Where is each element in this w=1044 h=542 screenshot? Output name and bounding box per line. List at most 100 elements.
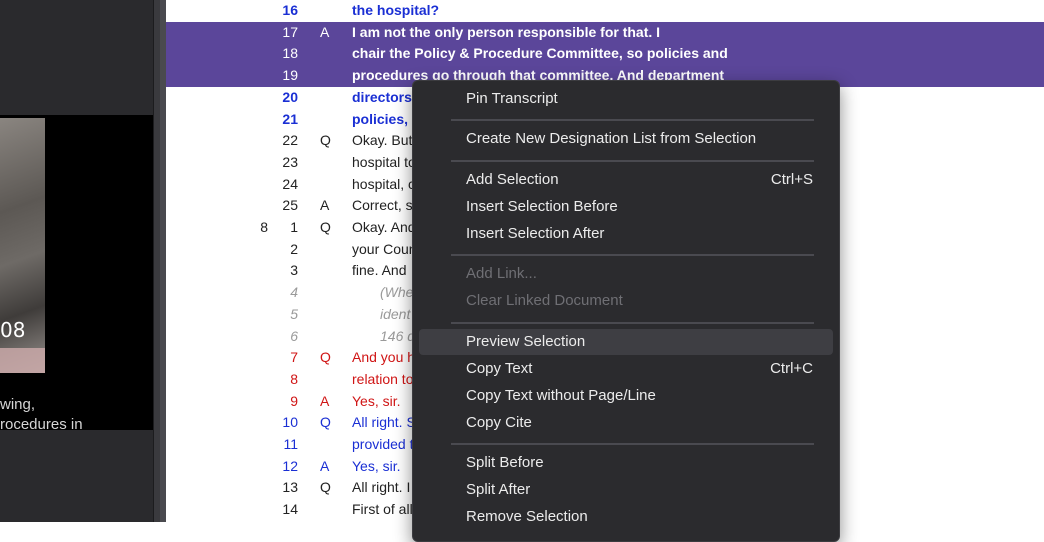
menu-item-pin-transcript[interactable]: Pin Transcript [419, 86, 833, 112]
transcript-text: chair the Policy & Procedure Committee, … [352, 45, 728, 62]
video-caption: wing, rocedures in [0, 395, 153, 435]
line-number: 20 [282, 88, 298, 105]
line-number: 25 [282, 197, 298, 214]
menu-separator [451, 119, 814, 121]
transcript-text: policies, s [352, 110, 420, 127]
transcript-text: And you h [352, 349, 416, 366]
menu-item-clear-linked-document: Clear Linked Document [419, 288, 833, 314]
line-number: 5 [290, 305, 298, 322]
speaker-label: Q [320, 219, 331, 235]
speaker-label: A [320, 23, 330, 40]
line-number: 12 [282, 457, 298, 474]
menu-item-label: Remove Selection [466, 508, 588, 525]
line-number: 19 [282, 67, 298, 84]
line-number: 18 [282, 45, 298, 62]
transcript-text: provided t [352, 436, 414, 452]
menu-item-add-link: Add Link... [419, 261, 833, 287]
speaker-label: A [320, 457, 330, 474]
line-number: 3 [290, 262, 298, 279]
menu-item-split-before[interactable]: Split Before [419, 450, 833, 476]
transcript-text: your Coun [352, 240, 417, 257]
menu-separator [451, 322, 814, 324]
transcript-row[interactable]: 17 A I am not the only person responsible … [166, 21, 1044, 44]
transcript-text: fine. And [352, 262, 407, 279]
transcript-text: directors [352, 88, 412, 105]
menu-item-label: Create New Designation List from Selecti… [466, 130, 757, 147]
menu-item-label: Add Selection [466, 171, 559, 188]
transcript-text: First of all. [352, 501, 417, 518]
speaker-label: A [320, 392, 330, 409]
menu-item-copy-cite[interactable]: Copy Cite [419, 410, 833, 436]
menu-item-copy-text[interactable]: Copy Text Ctrl+C [419, 356, 833, 382]
menu-item-label: Copy Text without Page/Line [466, 387, 656, 404]
menu-item-insert-selection-after[interactable]: Insert Selection After [419, 221, 833, 247]
menu-separator [451, 443, 814, 445]
menu-item-label: Insert Selection After [466, 225, 605, 242]
menu-item-split-after[interactable]: Split After [419, 477, 833, 503]
speaker-label: Q [320, 349, 331, 366]
menu-item-insert-selection-before[interactable]: Insert Selection Before [419, 194, 833, 220]
transcript-text: ident [380, 305, 411, 322]
menu-item-label: Copy Text [466, 360, 533, 377]
speaker-label: Q [320, 414, 331, 431]
transcript-text: Yes, sir. [352, 392, 401, 409]
menu-item-label: Clear Linked Document [466, 292, 623, 309]
video-player[interactable]: 08 [0, 115, 153, 430]
menu-item-label: Copy Cite [466, 414, 532, 431]
transcript-text: hospital to [352, 153, 416, 170]
line-number: 24 [282, 175, 298, 192]
transcript-text: relation to [352, 370, 414, 387]
line-number: 23 [282, 153, 298, 170]
menu-item-label: Split After [466, 481, 531, 498]
transcript-text: Yes, sir. [352, 457, 401, 474]
line-number: 8 [290, 370, 298, 387]
video-frame: 08 [0, 118, 45, 373]
speaker-label: Q [320, 132, 331, 149]
line-number: 7 [290, 349, 298, 366]
transcript-text: the hospital? [352, 2, 440, 18]
line-number: 14 [282, 501, 298, 518]
speaker-label: A [320, 197, 330, 214]
line-number: 9 [290, 392, 298, 409]
line-number: 4 [290, 284, 298, 301]
line-number: 1 [290, 219, 298, 235]
menu-separator [451, 160, 814, 162]
transcript-text: hospital, c [352, 175, 416, 192]
menu-item-shortcut: Ctrl+S [770, 171, 813, 188]
line-number: 16 [282, 2, 298, 18]
transcript-row[interactable]: 16 the hospital? [166, 0, 1044, 22]
menu-item-preview-selection[interactable]: Preview Selection [419, 329, 833, 355]
line-number: 6 [290, 327, 298, 344]
transcript-text: Correct, si [352, 197, 416, 214]
transcript-text: 146 d [380, 327, 416, 344]
menu-item-copy-text-without-page-line[interactable]: Copy Text without Page/Line [419, 383, 833, 409]
transcript-text: I am not the only person responsible for… [352, 23, 661, 40]
transcript-text: All right. I [352, 479, 411, 496]
menu-item-label: Split Before [466, 454, 544, 471]
transcript-text: Okay. And [352, 219, 416, 235]
menu-separator [451, 254, 814, 256]
line-number: 22 [282, 132, 298, 149]
line-number: 2 [290, 240, 298, 257]
context-menu: Pin Transcript Create New Designation Lis… [412, 80, 840, 542]
menu-item-label: Preview Selection [466, 333, 586, 350]
menu-item-label: Pin Transcript [466, 90, 558, 107]
transcript-row[interactable]: 18 chair the Policy & Procedure Committee… [166, 43, 1044, 66]
line-number: 17 [282, 23, 298, 40]
menu-item-add-selection[interactable]: Add Selection Ctrl+S [419, 167, 833, 193]
video-overlay-number: 08 [0, 318, 26, 342]
line-number: 10 [282, 414, 298, 431]
speaker-label: Q [320, 479, 331, 496]
menu-item-label: Insert Selection Before [466, 198, 618, 215]
menu-item-label: Add Link... [466, 265, 537, 282]
caption-line: wing, [0, 396, 36, 413]
menu-item-create-new-designation-list-from-selection[interactable]: Create New Designation List from Selecti… [419, 126, 833, 152]
menu-item-remove-selection[interactable]: Remove Selection [419, 504, 833, 530]
transcript-text: All right. S [352, 414, 416, 431]
line-number: 13 [282, 479, 298, 496]
line-number: 21 [282, 110, 298, 127]
transcript-text: Okay. But [352, 132, 413, 149]
line-number: 11 [283, 436, 298, 452]
page-number: 8 [260, 219, 268, 235]
caption-line: rocedures in [0, 416, 83, 433]
